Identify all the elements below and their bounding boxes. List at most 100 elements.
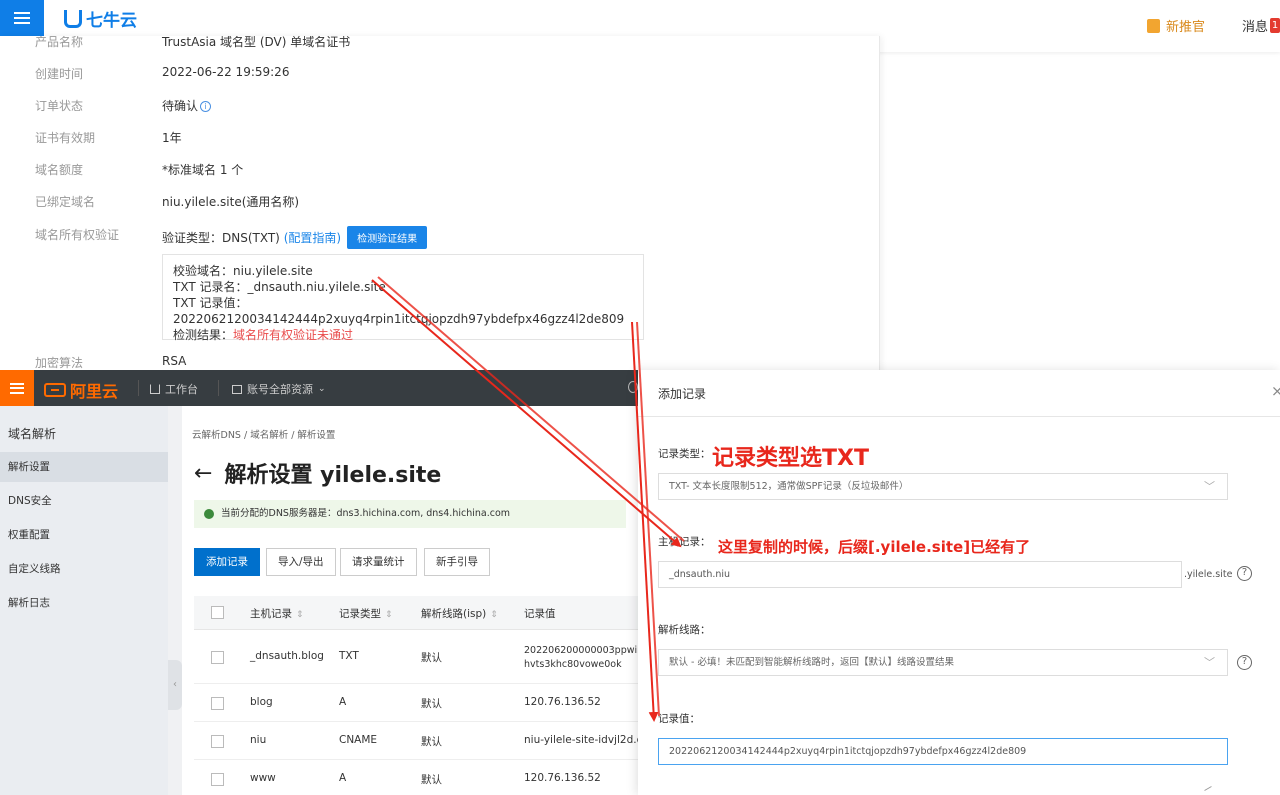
cell-type: A [339,772,347,784]
txt-record-name: TXT 记录名：_dnsauth.niu.yilele.site [173,280,386,294]
newbie-link[interactable]: 新推官 [1147,16,1205,35]
cell-line: 默认 [421,736,442,748]
cell-type: CNAME [339,734,378,746]
sidebar-title: 域名解析 [8,427,57,441]
sidebar-collapse-handle[interactable]: ‹ [168,660,182,710]
column-header-value: 记录值 [524,608,556,620]
messages-label: 消息 [1242,20,1269,35]
row-order-status: 订单状态 待确认 i [0,97,879,117]
annotation-suffix: 这里复制的时候，后缀[.yilele.site]已经有了 [718,538,1031,556]
page-title-text: 解析设置 yilele.site [224,463,442,488]
cell-host: blog [250,696,273,708]
verify-domain: 校验域名：niu.yilele.site [173,264,313,278]
gift-icon [1147,18,1160,33]
annotation-record-type: 记录类型选TXT [712,446,869,471]
table-row: niu CNAME 默认 niu-yilele-site-idvjl2d.qin [194,723,638,760]
row-value: *标准域名 1 个 [162,163,244,177]
divider [638,416,1280,417]
request-stats-button[interactable]: 请求量统计 [340,548,417,576]
record-type-label: 记录类型： [658,448,711,460]
page-title: ← 解析设置 yilele.site [194,457,441,489]
txt-record-value: TXT 记录值：2022062120034142444p2xuyq4rpin1i… [173,296,625,326]
row-label: 订单状态 [35,99,84,113]
line-select[interactable]: 默认 - 必填！未匹配到智能解析线路时，返回【默认】线路设置结果 ﹀ [658,649,1228,676]
row-checkbox[interactable] [211,735,224,748]
cell-host: _dnsauth.blog [250,650,324,662]
row-product-name: 产品名称 TrustAsia 域名型 (DV) 单域名证书 [0,36,879,53]
resources-icon [232,384,242,394]
aliyun-console: 阿里云 工作台 账号全部资源 ⌄ 域名解析 解析设置 DNS安全 权重配置 自定… [0,370,638,795]
newbie-guide-button[interactable]: 新手引导 [424,548,490,576]
check-result-button[interactable]: 检测验证结果 [347,226,428,249]
row-ownership-verify: 域名所有权验证 验证类型：DNS(TXT) (配置指南) 检测验证结果 [0,226,879,249]
row-validity: 证书有效期 1年 [0,129,879,149]
home-icon [150,384,160,394]
sidebar-item-custom-line[interactable]: 自定义线路 [0,554,168,584]
row-value: 2022-06-22 19:59:26 [162,65,290,79]
record-type-select[interactable]: TXT- 文本长度限制512，通常做SPF记录（反垃圾邮件） ﹀ [658,473,1228,500]
row-label: 加密算法 [35,356,84,370]
workbench-link[interactable]: 工作台 [150,381,198,397]
resources-dropdown[interactable]: 账号全部资源 ⌄ [232,381,326,397]
row-domain-quota: 域名额度 *标准域名 1 个 [0,161,879,181]
host-suffix: .yilele.site [1184,569,1233,580]
aliyun-logo[interactable]: 阿里云 [44,378,118,402]
close-icon[interactable]: × [1271,382,1280,400]
sidebar-item-logs[interactable]: 解析日志 [0,588,168,618]
add-record-button[interactable]: 添加记录 [194,548,260,576]
divider [138,380,139,396]
sidebar-item-dns-security[interactable]: DNS安全 [0,486,168,516]
row-checkbox[interactable] [211,773,224,786]
column-header-line[interactable]: 解析线路(isp) ⇕ [421,606,498,621]
chevron-down-icon: ⌄ [318,384,326,394]
row-checkbox[interactable] [211,651,224,664]
dns-note-text: 当前分配的DNS服务器是：dns3.hichina.com, dns4.hich… [221,508,511,519]
search-icon[interactable] [628,381,638,393]
divider [1204,786,1212,791]
help-icon[interactable]: ? [1237,655,1252,670]
dns-server-note: 当前分配的DNS服务器是：dns3.hichina.com, dns4.hich… [194,500,626,528]
host-record-input[interactable]: _dnsauth.niu [658,561,1182,588]
aliyun-menu-button[interactable] [0,370,34,406]
cell-value: 120.76.136.52 [524,696,601,708]
sidebar-item-weight[interactable]: 权重配置 [0,520,168,550]
info-icon[interactable]: i [200,101,212,112]
messages-link[interactable]: 消息 1 [1242,16,1280,35]
row-value: 1年 [162,131,182,145]
cell-line: 默认 [421,698,442,710]
record-value-input[interactable]: 2022062120034142444p2xuyq4rpin1itctqjopz… [658,738,1228,765]
cell-type: A [339,696,347,708]
table-row: www A 默认 120.76.136.52 [194,761,638,795]
row-label: 域名额度 [35,163,84,177]
column-header-type[interactable]: 记录类型 ⇕ [339,606,393,621]
certificate-detail-panel: 产品名称 TrustAsia 域名型 (DV) 单域名证书 创建时间 2022-… [0,36,880,376]
import-export-button[interactable]: 导入/导出 [266,548,336,576]
check-circle-icon [204,509,214,519]
row-label: 证书有效期 [35,131,96,145]
select-all-checkbox[interactable] [211,606,224,619]
row-label: 产品名称 [35,36,84,49]
help-icon[interactable]: ? [1237,566,1252,581]
row-bound-domain: 已绑定域名 niu.yilele.site(通用名称) [0,193,879,213]
row-checkbox[interactable] [211,697,224,710]
column-header-host[interactable]: 主机记录 ⇕ [250,606,304,621]
menu-icon [10,382,24,394]
verify-type: 验证类型：DNS(TXT) (配置指南) 检测验证结果 [162,226,428,249]
row-value: RSA [162,354,187,368]
qiniu-logo[interactable]: 七牛云 [64,6,137,31]
record-value-label: 记录值： [658,713,700,725]
qiniu-menu-button[interactable] [0,0,44,36]
divider [218,380,219,396]
table-row: blog A 默认 120.76.136.52 [194,685,638,722]
add-record-dialog: 添加记录 × 记录类型： 记录类型选TXT TXT- 文本长度限制512，通常做… [638,370,1280,795]
host-record-label: 主机记录： [658,536,711,548]
qiniu-logo-text: 七牛云 [86,11,137,31]
line-value: 默认 - 必填！未匹配到智能解析线路时，返回【默认】线路设置结果 [669,657,954,668]
cell-line: 默认 [421,652,442,664]
cell-value: 202206200000003ppwib hvts3khc80vowe0ok [524,645,638,670]
chevron-down-icon: ﹀ [1204,480,1215,493]
row-value: niu.yilele.site(通用名称) [162,195,300,209]
config-guide-link[interactable]: (配置指南) [284,231,341,245]
back-arrow-icon[interactable]: ← [194,461,212,486]
sidebar-item-dns-settings[interactable]: 解析设置 [0,452,168,482]
